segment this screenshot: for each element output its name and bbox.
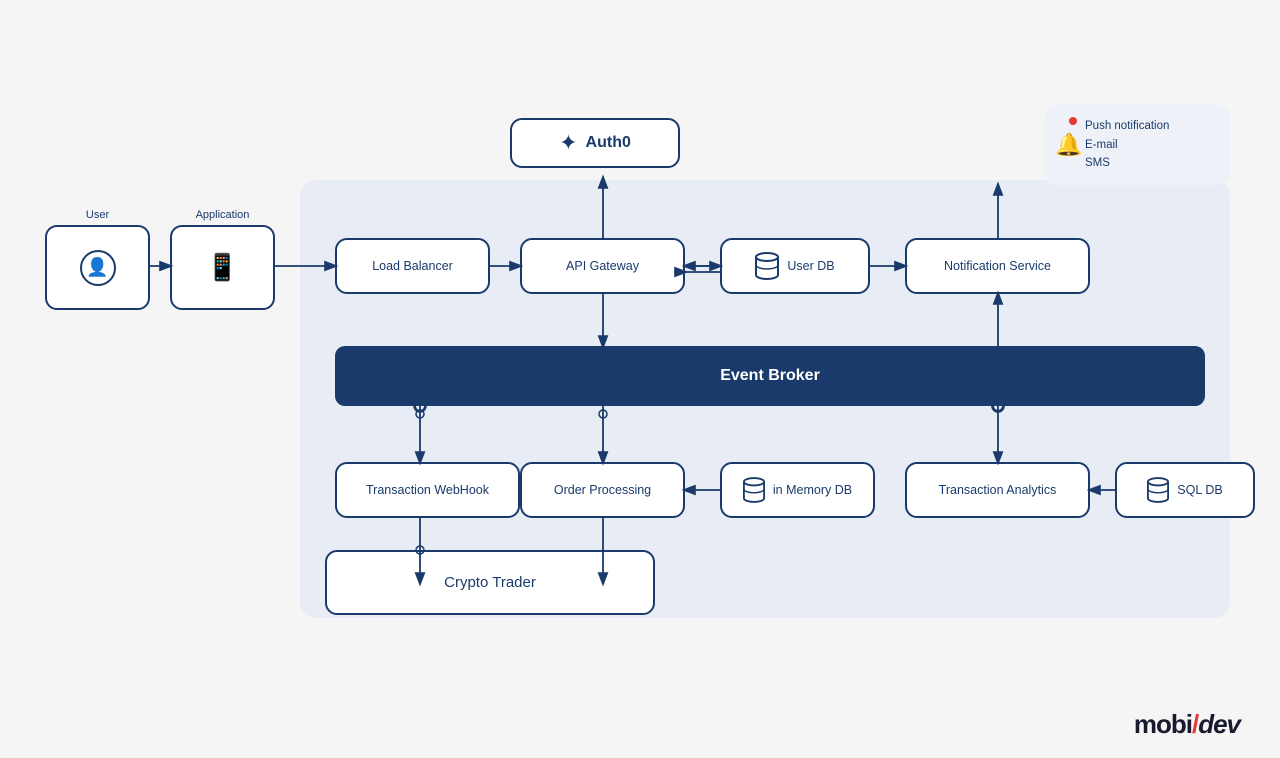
email-label: E-mail: [1085, 136, 1230, 154]
api-gateway-label: API Gateway: [566, 259, 639, 273]
user-db-icon: [755, 252, 779, 280]
notification-service-node: Notification Service: [905, 238, 1090, 294]
auth0-label: Auth0: [586, 134, 631, 152]
notification-info-box: 🔔 Push notification E-mail SMS: [1045, 105, 1230, 185]
notification-dot: [1069, 117, 1077, 125]
phone-icon: 📱: [206, 252, 238, 283]
push-notification-label: Push notification: [1085, 117, 1230, 135]
user-icon: 👤: [80, 250, 116, 286]
in-memory-db-label: in Memory DB: [773, 483, 852, 497]
order-processing-node: Order Processing: [520, 462, 685, 518]
in-memory-db-icon: [743, 477, 765, 503]
event-broker-node: Event Broker: [335, 346, 1205, 406]
notification-service-label: Notification Service: [944, 259, 1051, 273]
bell-icon: 🔔: [1055, 132, 1082, 158]
crypto-trader-node: Crypto Trader: [325, 550, 655, 615]
load-balancer-label: Load Balancer: [372, 259, 453, 273]
event-broker-label: Event Broker: [720, 367, 820, 385]
crypto-trader-label: Crypto Trader: [444, 574, 536, 591]
sql-db-node: SQL DB: [1115, 462, 1255, 518]
auth0-box: ✦ Auth0: [510, 118, 680, 168]
load-balancer-node: Load Balancer: [335, 238, 490, 294]
user-node: 👤 User: [45, 225, 150, 310]
tx-webhook-node: Transaction WebHook: [335, 462, 520, 518]
sms-label: SMS: [1085, 154, 1230, 172]
sql-db-icon: [1147, 477, 1169, 503]
user-db-node: User DB: [720, 238, 870, 294]
dev-text: dev: [1198, 709, 1240, 739]
sql-db-label: SQL DB: [1177, 483, 1222, 497]
user-db-label: User DB: [787, 259, 834, 273]
order-processing-label: Order Processing: [554, 483, 651, 497]
tx-analytics-label: Transaction Analytics: [939, 483, 1057, 497]
mobidev-logo: mobi/dev: [1134, 709, 1240, 740]
diagram-area: ✦ Auth0 🔔 Push notification E-mail SMS 👤…: [20, 30, 1260, 698]
user-badge: User: [86, 209, 109, 221]
application-badge: Application: [196, 209, 250, 221]
mobi-text: mobi: [1134, 709, 1192, 739]
auth0-star-icon: ✦: [559, 130, 577, 156]
in-memory-db-node: in Memory DB: [720, 462, 875, 518]
application-node: 📱 Application: [170, 225, 275, 310]
notification-info-text: Push notification E-mail SMS: [1085, 117, 1230, 172]
api-gateway-node: API Gateway: [520, 238, 685, 294]
tx-webhook-label: Transaction WebHook: [366, 483, 489, 497]
tx-analytics-node: Transaction Analytics: [905, 462, 1090, 518]
